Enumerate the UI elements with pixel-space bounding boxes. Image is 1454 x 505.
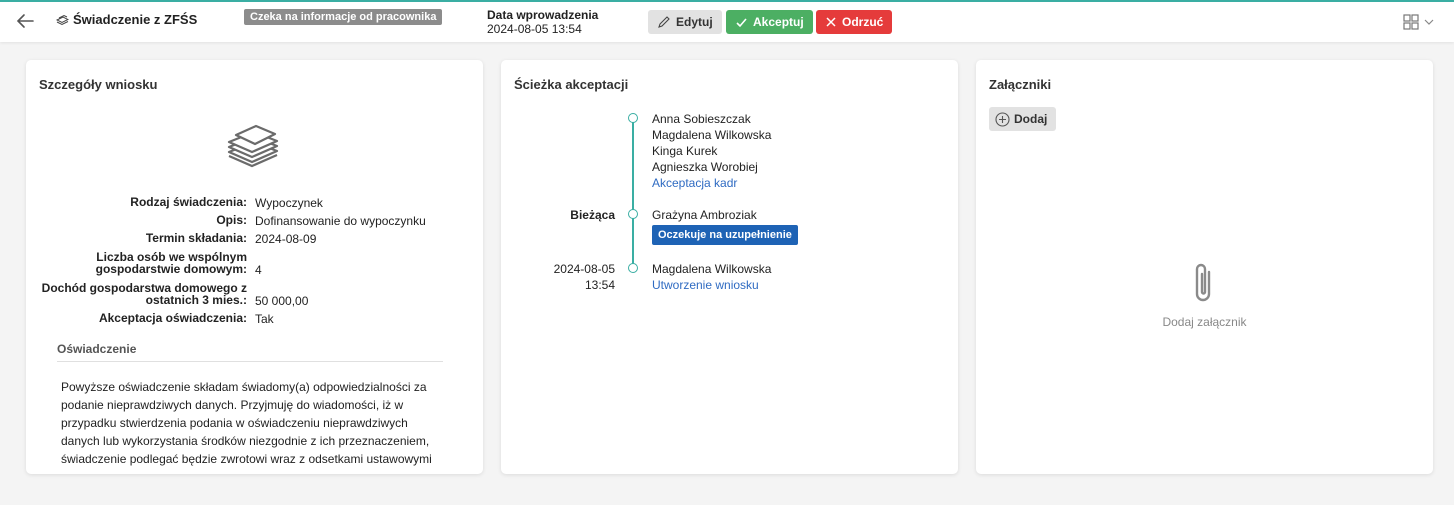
field-label: Rodzaj świadczenia: xyxy=(130,195,247,209)
approver-name: Magdalena Wilkowska xyxy=(652,128,772,142)
reject-button[interactable]: Odrzuć xyxy=(816,10,893,34)
layout-toggle[interactable] xyxy=(1403,14,1434,30)
close-icon xyxy=(826,17,836,27)
timeline-dot xyxy=(628,263,638,273)
divider xyxy=(57,361,443,362)
timeline-step-hr-acceptance: Anna Sobieszczak Magdalena Wilkowska Kin… xyxy=(652,111,771,191)
money-stack-icon xyxy=(56,14,69,25)
step-timestamp: 2024-08-05 13:54 xyxy=(554,261,615,293)
grid-layout-icon xyxy=(1403,14,1419,30)
approver-name: Anna Sobieszczak xyxy=(652,112,751,126)
check-icon xyxy=(736,17,747,27)
edit-button[interactable]: Edytuj xyxy=(648,10,722,34)
details-title: Szczegóły wniosku xyxy=(39,77,158,92)
chevron-down-icon xyxy=(1424,19,1434,25)
field-label: Opis: xyxy=(216,213,247,227)
accept-button[interactable]: Akceptuj xyxy=(726,10,813,34)
details-card: Szczegóły wniosku Rodzaj świadczenia: Wy… xyxy=(26,60,483,474)
field-value: 50 000,00 xyxy=(255,294,309,308)
timeline-step-created: Magdalena Wilkowska Utworzenie wniosku xyxy=(652,261,771,293)
approver-name: Agnieszka Worobiej xyxy=(652,160,758,174)
accept-button-label: Akceptuj xyxy=(753,15,804,29)
approver-name: Kinga Kurek xyxy=(652,144,718,158)
page-header: Świadczenie z ZFŚS xyxy=(56,12,197,27)
field-value: 4 xyxy=(255,263,262,277)
field-label: Termin składania: xyxy=(145,231,247,245)
entry-date-value: 2024-08-05 13:54 xyxy=(487,22,582,36)
statement-text: Powyższe oświadczenie składam świadomy(a… xyxy=(61,380,432,466)
plus-circle-icon xyxy=(995,111,1010,127)
add-attachment-hint: Dodaj załącznik xyxy=(1162,315,1247,329)
status-badge: Czeka na informacje od pracownika xyxy=(244,9,443,25)
arrow-left-icon xyxy=(16,14,34,28)
timeline-step-current: Grażyna Ambroziak Oczekuje na uzupełnien… xyxy=(652,207,798,245)
paperclip-icon[interactable] xyxy=(1191,260,1217,306)
edit-button-label: Edytuj xyxy=(676,15,713,29)
field-value: Wypoczynek xyxy=(255,196,323,210)
field-value: 2024-08-09 xyxy=(255,232,317,246)
field-value: Tak xyxy=(255,312,274,326)
attachments-card: Załączniki Dodaj Dodaj załącznik xyxy=(976,60,1433,474)
acceptance-path-card: Ścieżka akceptacji Anna Sobieszczak Magd… xyxy=(501,60,958,474)
top-bar: Świadczenie z ZFŚS Czeka na informacje o… xyxy=(0,0,1454,42)
acceptance-path-title: Ścieżka akceptacji xyxy=(514,77,629,92)
field-value: Dofinansowanie do wypoczynku xyxy=(255,214,426,228)
step-date: 2024-08-05 xyxy=(553,262,615,276)
field-label: ostatnich 3 mies.: xyxy=(145,293,247,307)
pencil-icon xyxy=(658,16,670,28)
approver-name: Grażyna Ambroziak xyxy=(652,208,757,222)
timeline-line xyxy=(632,118,634,268)
step-action-label: Akceptacja kadr xyxy=(652,176,738,190)
reject-button-label: Odrzuć xyxy=(842,15,884,29)
statement-title: Oświadczenie xyxy=(57,342,137,356)
add-attachment-label: Dodaj xyxy=(1014,112,1048,126)
current-step-label: Bieżąca xyxy=(570,208,615,222)
add-attachment-button[interactable]: Dodaj xyxy=(989,107,1057,131)
entry-date-label: Data wprowadzenia xyxy=(487,8,599,22)
field-label: Akceptacja oświadczenia: xyxy=(98,311,247,325)
step-time: 13:54 xyxy=(584,278,615,292)
entry-date: Data wprowadzenia 2024-08-05 13:54 xyxy=(487,8,598,36)
attachments-title: Załączniki xyxy=(989,77,1052,92)
timeline-dot xyxy=(628,113,638,123)
step-status-badge: Oczekuje na uzupełnienie xyxy=(652,225,798,245)
approver-name: Magdalena Wilkowska xyxy=(652,262,772,276)
field-label: gospodarstwie domowym: xyxy=(95,262,247,276)
page-title: Świadczenie z ZFŚS xyxy=(73,12,198,27)
step-action-label: Utworzenie wniosku xyxy=(652,278,759,292)
timeline-dot xyxy=(628,209,638,219)
money-stack-icon xyxy=(227,124,279,168)
back-button[interactable] xyxy=(14,11,36,31)
